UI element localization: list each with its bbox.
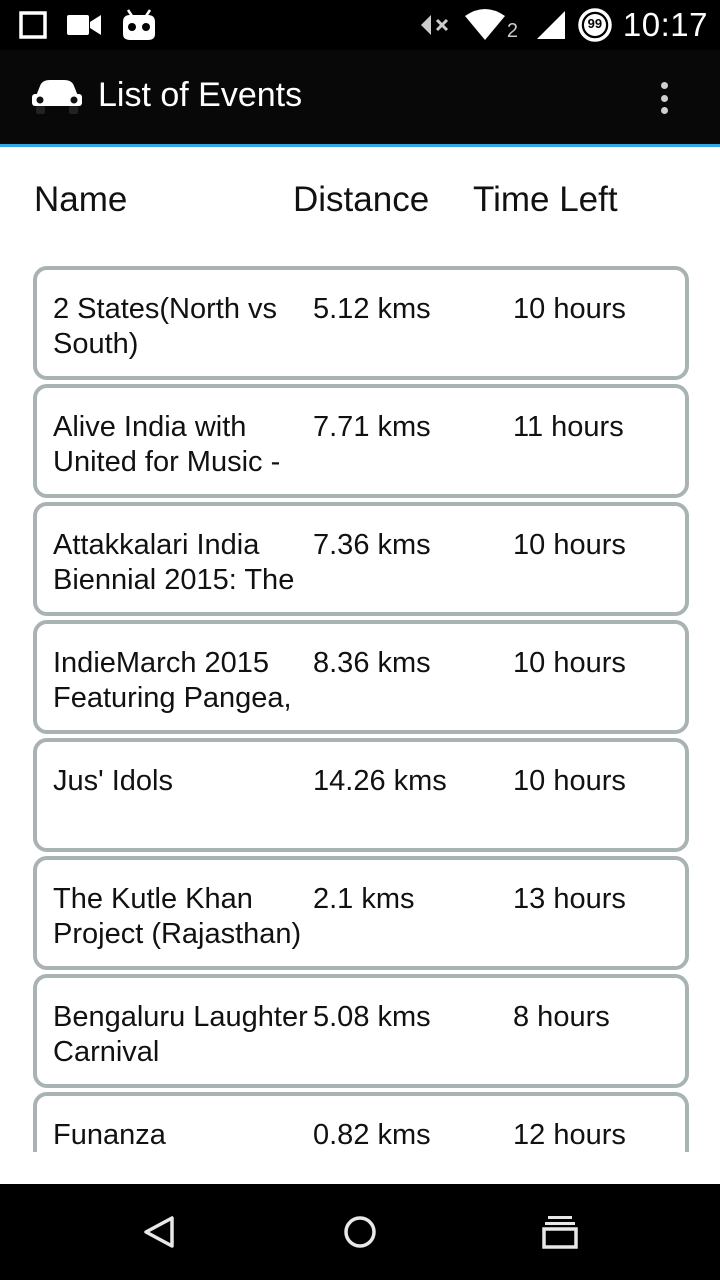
event-list[interactable]: 2 States(North vs South) 5.12 kms 10 hou… bbox=[0, 266, 720, 1152]
event-time-left: 10 hours bbox=[513, 647, 626, 679]
event-distance: 2.1 kms bbox=[313, 883, 415, 915]
event-distance: 7.71 kms bbox=[313, 411, 431, 443]
event-row[interactable]: Jus' Idols 14.26 kms 10 hours bbox=[33, 738, 689, 852]
system-status-icons: 2 99 10:17 bbox=[419, 4, 708, 46]
event-distance: 14.26 kms bbox=[313, 765, 447, 797]
event-row[interactable]: Funanza 0.82 kms 12 hours bbox=[33, 1092, 689, 1152]
event-name: The Kutle Khan Project (Rajasthan) bbox=[53, 883, 302, 950]
app-title: List of Events bbox=[98, 76, 303, 114]
event-row[interactable]: Attakkalari India Biennial 2015: The 7.3… bbox=[33, 502, 689, 616]
event-distance: 5.08 kms bbox=[313, 1001, 431, 1033]
header-time-left: Time Left bbox=[473, 180, 618, 219]
square-notification-icon bbox=[19, 11, 47, 39]
recents-button[interactable] bbox=[530, 1204, 590, 1260]
event-row[interactable]: Alive India with United for Music - 7.71… bbox=[33, 384, 689, 498]
event-time-left: 10 hours bbox=[513, 765, 626, 797]
wifi-icon bbox=[464, 9, 505, 40]
muted-volume-icon bbox=[420, 15, 448, 35]
overflow-menu-icon bbox=[660, 82, 668, 89]
event-name: Jus' Idols bbox=[53, 765, 173, 797]
event-row[interactable]: Bengaluru Laughter Carnival 5.08 kms 8 h… bbox=[33, 974, 689, 1088]
column-headers: Name Distance Time Left bbox=[0, 180, 720, 230]
battery-circle-icon: 99 bbox=[577, 7, 613, 43]
event-time-left: 11 hours bbox=[513, 411, 624, 443]
event-row[interactable]: The Kutle Khan Project (Rajasthan) 2.1 k… bbox=[33, 856, 689, 970]
home-button[interactable] bbox=[330, 1204, 390, 1260]
car-icon bbox=[32, 80, 82, 114]
back-button[interactable] bbox=[130, 1204, 190, 1260]
cell-signal-icon bbox=[536, 11, 565, 39]
notification-icons bbox=[18, 6, 158, 44]
overflow-menu-button[interactable] bbox=[648, 76, 680, 120]
event-name: IndieMarch 2015 Featuring Pangea, bbox=[53, 647, 292, 714]
clock: 10:17 bbox=[622, 6, 708, 43]
event-row[interactable]: IndieMarch 2015 Featuring Pangea, 8.36 k… bbox=[33, 620, 689, 734]
overflow-dot bbox=[660, 107, 668, 114]
video-camera-icon bbox=[67, 15, 101, 35]
header-distance: Distance bbox=[293, 180, 430, 219]
event-time-left: 10 hours bbox=[513, 293, 626, 325]
event-time-left: 8 hours bbox=[513, 1001, 610, 1033]
event-distance: 8.36 kms bbox=[313, 647, 431, 679]
wifi-sub-label: 2 bbox=[506, 20, 519, 42]
event-distance: 5.12 kms bbox=[313, 293, 431, 325]
event-distance: 7.36 kms bbox=[313, 529, 431, 561]
battery-level: 99 bbox=[587, 16, 603, 31]
event-time-left: 10 hours bbox=[513, 529, 626, 561]
event-time-left: 13 hours bbox=[513, 883, 626, 915]
event-name: Attakkalari India Biennial 2015: The bbox=[53, 529, 295, 596]
event-name: Funanza bbox=[53, 1119, 166, 1151]
header-name: Name bbox=[34, 180, 128, 219]
event-name: Bengaluru Laughter Carnival bbox=[53, 1001, 308, 1068]
overflow-dot bbox=[660, 94, 668, 102]
back-icon bbox=[144, 1216, 174, 1248]
home-icon bbox=[344, 1216, 376, 1248]
status-bar: 2 99 10:17 bbox=[0, 0, 720, 50]
android-bot-icon bbox=[123, 9, 155, 40]
recents-icon bbox=[542, 1216, 578, 1249]
event-row[interactable]: 2 States(North vs South) 5.12 kms 10 hou… bbox=[33, 266, 689, 380]
navigation-bar bbox=[0, 1184, 720, 1280]
action-bar-divider bbox=[0, 144, 720, 147]
wifi-signal: 2 bbox=[463, 8, 525, 42]
event-time-left: 12 hours bbox=[513, 1119, 626, 1151]
event-name: Alive India with United for Music - bbox=[53, 411, 281, 478]
event-distance: 0.82 kms bbox=[313, 1119, 431, 1151]
event-name: 2 States(North vs South) bbox=[53, 293, 278, 360]
